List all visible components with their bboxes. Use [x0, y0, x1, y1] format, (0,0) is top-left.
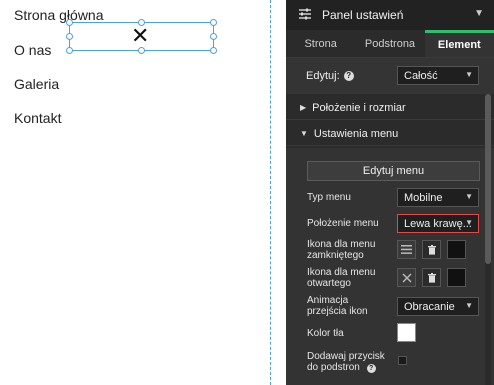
- icon-open-label-line1: Ikona dla menu: [307, 267, 376, 278]
- layout-guide-line: [270, 0, 271, 385]
- resize-handle-left[interactable]: [66, 33, 73, 40]
- section-position-size-label: Położenie i rozmiar: [312, 101, 406, 114]
- menu-position-label: Położenie menu: [307, 218, 379, 229]
- tab-page[interactable]: Strona: [286, 30, 356, 58]
- edit-scope-label: Edytuj:: [306, 70, 340, 82]
- help-icon[interactable]: ?: [343, 71, 354, 81]
- add-subpage-button-checkbox[interactable]: [398, 356, 407, 365]
- close-icon[interactable]: [397, 268, 416, 287]
- chevron-down-icon: ▼: [465, 70, 473, 79]
- animation-label: Animacja przejścia ikon: [307, 295, 368, 317]
- resize-handle-bottom-left[interactable]: [66, 47, 73, 54]
- menu-type-select[interactable]: Mobilne ▼: [397, 188, 479, 207]
- menu-type-value: Mobilne: [404, 191, 443, 204]
- icon-open-color-swatch[interactable]: [447, 268, 466, 287]
- resize-handle-top[interactable]: [138, 19, 145, 26]
- close-icon[interactable]: ✕: [131, 25, 149, 47]
- menu-position-select[interactable]: Lewa krawę... ▼: [397, 214, 479, 233]
- panel-title: Panel ustawień: [322, 8, 404, 22]
- menu-type-label: Typ menu: [307, 192, 351, 203]
- animation-value: Obracanie: [404, 300, 455, 313]
- add-button-label-line1: Dodawaj przycisk: [307, 351, 385, 362]
- help-icon[interactable]: ?: [366, 364, 376, 373]
- resize-handle-bottom-right[interactable]: [210, 47, 217, 54]
- icon-closed-label-line2: zamkniętego: [307, 250, 364, 261]
- section-menu-settings-label: Ustawienia menu: [313, 127, 399, 140]
- chevron-down-icon: ▼: [465, 218, 473, 227]
- panel-header[interactable]: Panel ustawień ▼: [286, 0, 494, 30]
- page-canvas: Strona główna O nas Galeria Kontakt ✕: [0, 0, 286, 385]
- section-menu-settings[interactable]: ▼ Ustawienia menu: [286, 122, 494, 146]
- add-button-label: Dodawaj przycisk do podstron ?: [307, 351, 385, 373]
- bg-color-label: Kolor tła: [307, 328, 344, 339]
- resize-handle-bottom[interactable]: [138, 47, 145, 54]
- resize-handle-top-left[interactable]: [66, 19, 73, 26]
- menu-item-gallery[interactable]: Galeria: [14, 76, 59, 92]
- add-button-label-line2-text: do podstron: [307, 362, 360, 373]
- resize-handle-right[interactable]: [210, 33, 217, 40]
- panel-scrollbar[interactable]: [485, 94, 491, 385]
- icon-closed-color-swatch[interactable]: [447, 240, 466, 259]
- bg-color-swatch[interactable]: [397, 323, 416, 342]
- edit-scope-select[interactable]: Całość ▼: [397, 66, 479, 85]
- icon-open-label-line2: otwartego: [307, 278, 351, 289]
- animation-label-line2: przejścia ikon: [307, 306, 368, 317]
- chevron-down-icon: ▼: [465, 301, 473, 310]
- resize-handle-top-right[interactable]: [210, 19, 217, 26]
- menu-item-about[interactable]: O nas: [14, 42, 51, 58]
- menu-item-home[interactable]: Strona główna: [14, 7, 104, 23]
- edit-menu-button[interactable]: Edytuj menu: [307, 161, 480, 181]
- chevron-down-icon: ▼: [465, 192, 473, 201]
- menu-item-contact[interactable]: Kontakt: [14, 110, 61, 126]
- tab-subpage[interactable]: Podstrona: [355, 30, 425, 58]
- trash-icon[interactable]: [422, 240, 441, 259]
- chevron-right-icon: ▶: [300, 103, 307, 112]
- sliders-icon: [298, 7, 314, 23]
- icon-closed-label: Ikona dla menu zamkniętego: [307, 239, 375, 261]
- icon-closed-label-line1: Ikona dla menu: [307, 239, 376, 250]
- add-button-label-line2: do podstron ?: [307, 362, 385, 373]
- hamburger-icon[interactable]: [397, 240, 416, 259]
- trash-icon[interactable]: [422, 268, 441, 287]
- icon-open-label: Ikona dla menu otwartego: [307, 267, 375, 289]
- panel-scrollbar-thumb[interactable]: [485, 94, 491, 264]
- section-position-size[interactable]: ▶ Położenie i rozmiar: [286, 96, 494, 120]
- settings-panel: Panel ustawień ▼ Strona Podstrona Elemen…: [286, 0, 494, 385]
- panel-tabs: Strona Podstrona Element: [286, 30, 494, 58]
- edit-scope-value: Całość: [404, 69, 438, 82]
- chevron-down-icon[interactable]: ▼: [474, 8, 484, 19]
- menu-position-value: Lewa krawę...: [404, 217, 472, 230]
- tab-element[interactable]: Element: [424, 30, 494, 58]
- chevron-down-icon: ▼: [300, 129, 308, 138]
- animation-select[interactable]: Obracanie ▼: [397, 297, 479, 316]
- animation-label-line1: Animacja: [307, 295, 349, 306]
